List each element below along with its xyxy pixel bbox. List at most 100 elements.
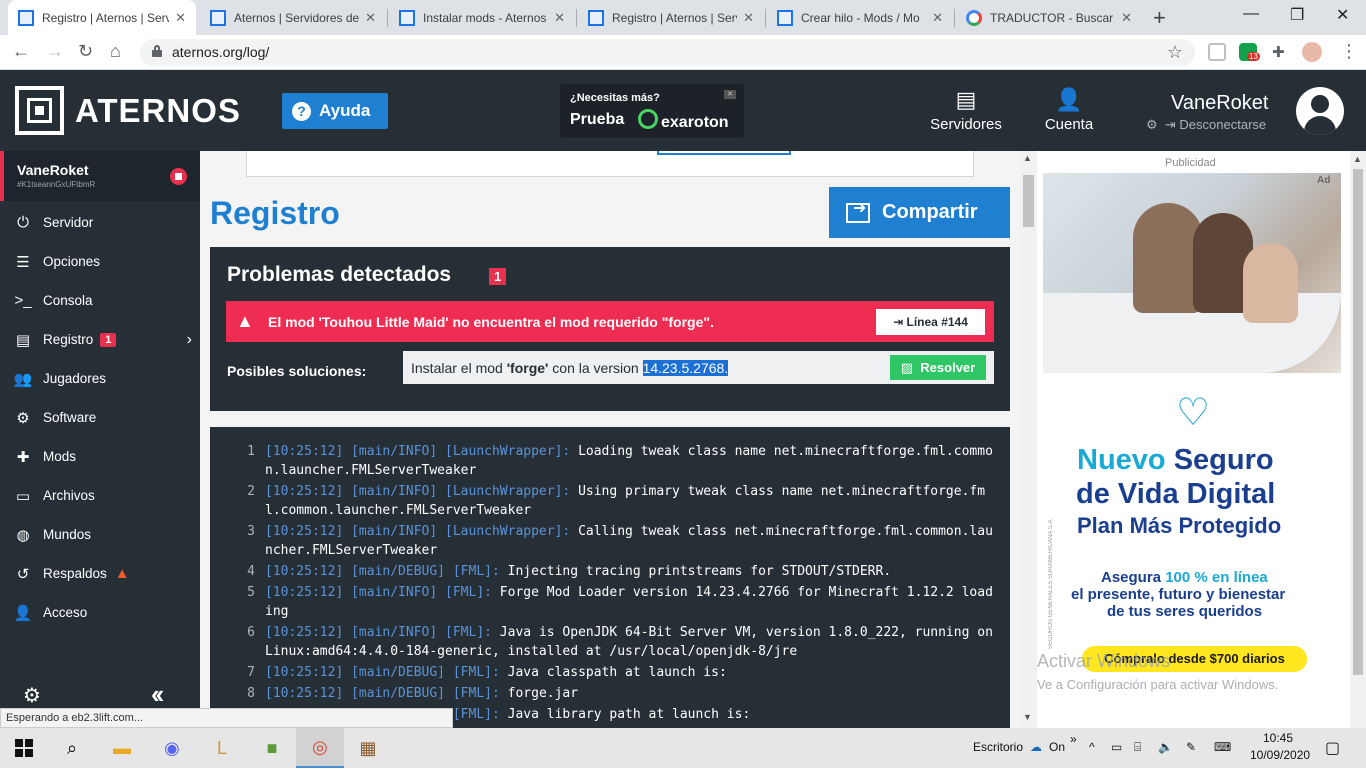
sidebar-item-mundos[interactable]: ◍ Mundos	[0, 515, 200, 554]
browser-tab[interactable]: Aternos | Servidores de ✕	[200, 0, 386, 35]
logo-text[interactable]: ATERNOS	[75, 92, 241, 130]
log-line-number[interactable]: 8	[210, 684, 255, 703]
clock-time[interactable]: 10:45	[1263, 731, 1293, 745]
log-line-number[interactable]: 7	[210, 663, 255, 682]
log-line-number[interactable]: 4	[210, 562, 255, 581]
search-icon[interactable]: ⌕	[48, 728, 96, 768]
restore-icon[interactable]: ❐	[1290, 5, 1304, 25]
browser-tab[interactable]: Instalar mods - Aternos ✕	[389, 0, 575, 35]
solution-box: Instalar el mod 'forge' con la version 1…	[403, 351, 994, 384]
sidebar-item-archivos[interactable]: ▭ Archivos	[0, 476, 200, 515]
exaroton-promo[interactable]: ¿Necesitas más? Prueba exaroton ✕	[560, 84, 744, 138]
url-text[interactable]: aternos.org/log/	[172, 44, 269, 60]
scrollbar-thumb[interactable]	[1353, 169, 1363, 675]
scrollbar-thumb[interactable]	[1023, 175, 1034, 227]
server-selector[interactable]: VaneRoket #K1tseannGxUFtbmR	[0, 151, 200, 201]
desktop-toolbar-label[interactable]: Escritorio	[973, 740, 1023, 754]
collapse-sidebar-icon[interactable]: ‹‹	[151, 679, 164, 710]
logout-link[interactable]: ⚙ ⇥ Desconectarse	[1146, 117, 1266, 133]
scroll-down-arrow-icon[interactable]: ▼	[1023, 712, 1032, 722]
forward-arrow-icon[interactable]: →	[46, 41, 64, 62]
clock-date[interactable]: 10/09/2020	[1250, 748, 1310, 762]
log-line-number[interactable]: 3	[210, 522, 255, 541]
keyboard-icon[interactable]: ⌨	[1214, 740, 1231, 754]
ad-scrollbar[interactable]: ▲	[1350, 151, 1366, 728]
log-line-number[interactable]: 5	[210, 583, 255, 602]
sidebar-item-acceso[interactable]: 👤 Acceso	[0, 593, 200, 632]
sidebar-item-respaldos[interactable]: ↺ Respaldos ▲	[0, 554, 200, 593]
log-line-number[interactable]: 1	[210, 442, 255, 461]
solution-text[interactable]: Instalar el mod 'forge' con la version 1…	[411, 360, 729, 376]
battery-icon[interactable]: ▭	[1111, 740, 1122, 754]
file-explorer-icon[interactable]: ▬	[98, 728, 146, 768]
sidebar-item-software[interactable]: ⚙ Software	[0, 398, 200, 437]
bookmark-star-icon[interactable]: ☆	[1167, 42, 1183, 63]
main-scrollbar[interactable]: ▲ ▼	[1020, 151, 1037, 728]
log-panel[interactable]: 1 [10:25:12] [main/INFO] [LaunchWrapper]…	[210, 427, 1010, 728]
address-bar[interactable]: aternos.org/log/ ☆	[140, 39, 1195, 66]
sidebar-item-opciones[interactable]: ☰ Opciones	[0, 242, 200, 281]
lock-icon[interactable]	[152, 45, 162, 57]
volume-icon[interactable]: 🔈	[1158, 740, 1173, 754]
minecraft-launcher-icon[interactable]: ▦	[344, 728, 392, 768]
share-button[interactable]: Compartir	[829, 187, 1010, 238]
sidebar-item-mods[interactable]: ✚ Mods	[0, 437, 200, 476]
promo-close-icon[interactable]: ✕	[724, 90, 736, 99]
home-icon[interactable]: ⌂	[110, 41, 121, 62]
puzzle-extensions-icon[interactable]: ✚	[1272, 43, 1290, 61]
ad-family-photo[interactable]	[1043, 173, 1341, 373]
pen-icon[interactable]: ✎	[1186, 740, 1196, 754]
goto-line-button[interactable]: ⇥ Línea #144	[876, 309, 985, 335]
resolve-button[interactable]: ▨ Resolver	[890, 355, 986, 380]
sidebar-item-jugadores[interactable]: 👥 Jugadores	[0, 359, 200, 398]
menu-dots-icon[interactable]: ⋮	[1340, 41, 1358, 62]
log-line-number[interactable]: 2	[210, 482, 255, 501]
show-hidden-icons-icon[interactable]: ^	[1089, 740, 1095, 754]
browser-tab[interactable]: Crear hilo - Mods / Mo ✕	[767, 0, 953, 35]
ad-choices-tag[interactable]: Ad	[1313, 174, 1335, 187]
minecraft-icon[interactable]: ■	[248, 728, 296, 768]
league-of-legends-icon[interactable]: L	[198, 728, 246, 768]
close-icon[interactable]: ✕	[932, 10, 943, 26]
power-icon: ⏻	[17, 214, 29, 231]
new-tab-plus-icon[interactable]: +	[1153, 5, 1166, 31]
onedrive-icon[interactable]: ☁	[1030, 740, 1042, 754]
scroll-up-arrow-icon[interactable]: ▲	[1353, 154, 1362, 164]
discord-icon[interactable]: ◉	[148, 728, 196, 768]
reload-icon[interactable]: ↻	[78, 41, 93, 62]
browser-tab[interactable]: TRADUCTOR - Buscar co ✕	[956, 0, 1142, 35]
nav-servers[interactable]: ▤ Servidores	[927, 88, 1005, 134]
help-button[interactable]: ? Ayuda	[282, 93, 388, 129]
close-icon[interactable]: ✕	[1121, 10, 1132, 26]
scroll-up-arrow-icon[interactable]: ▲	[1023, 153, 1032, 163]
close-icon[interactable]: ✕	[554, 10, 565, 26]
minimize-icon[interactable]: —	[1243, 5, 1259, 23]
close-icon[interactable]: ✕	[175, 10, 186, 26]
sidebar-item-registro[interactable]: ▤ Registro 1 ›	[0, 320, 200, 359]
log-line-number[interactable]: 6	[210, 623, 255, 642]
settings-gear-icon[interactable]: ⚙	[23, 683, 41, 708]
extension-icon[interactable]	[1208, 43, 1226, 61]
browser-tab[interactable]: Registro | Aternos | Serv ✕	[578, 0, 764, 35]
shield-extension-icon[interactable]: 13	[1239, 43, 1260, 61]
network-icon[interactable]: ⌸	[1134, 740, 1141, 755]
close-icon[interactable]: ✕	[743, 10, 754, 26]
close-icon[interactable]: ✕	[365, 10, 376, 26]
start-button[interactable]	[0, 728, 48, 768]
solution-version-selected[interactable]: 14.23.5.2768.	[642, 360, 729, 376]
sidebar-item-consola[interactable]: >_ Consola	[0, 281, 200, 320]
notifications-icon[interactable]: ▢	[1325, 738, 1340, 758]
user-avatar[interactable]	[1296, 87, 1344, 135]
aternos-logo-icon[interactable]	[15, 86, 64, 135]
back-arrow-icon[interactable]: ←	[12, 41, 30, 62]
chevron-double-icon[interactable]: »	[1070, 732, 1077, 746]
settings-gear-icon[interactable]: ⚙	[1146, 117, 1158, 132]
profile-avatar[interactable]	[1302, 42, 1322, 62]
ad-sub-line1: Asegura 100 % en línea	[1101, 569, 1268, 586]
nav-account[interactable]: 👤 Cuenta	[1040, 88, 1098, 134]
sidebar-item-servidor[interactable]: ⏻ Servidor	[0, 203, 200, 242]
chrome-icon[interactable]: ◎	[296, 728, 344, 768]
window-close-icon[interactable]: ✕	[1336, 5, 1349, 25]
browser-tab[interactable]: Registro | Aternos | Serv ✕	[8, 0, 196, 35]
promo-try: Prueba	[570, 111, 625, 128]
